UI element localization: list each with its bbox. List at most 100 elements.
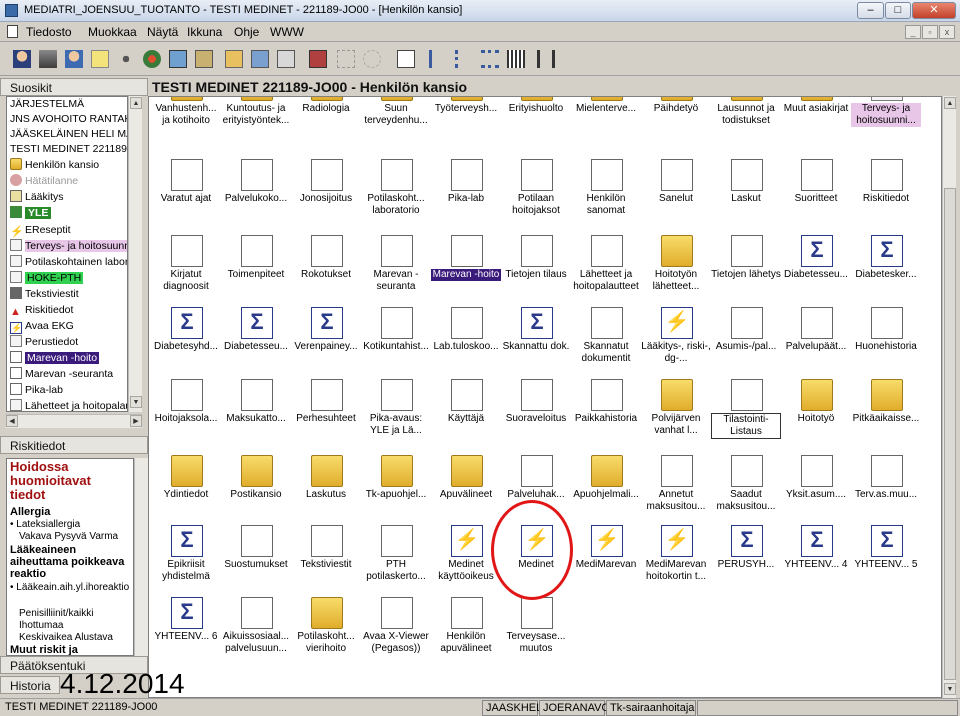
list-item-terveys[interactable]: Terveys- ja hoitosuunnitelma	[10, 239, 127, 254]
shortcut-item[interactable]: Huonehistoria	[851, 307, 921, 379]
list-item-riski[interactable]: ▲ Riskitiedot	[10, 303, 73, 318]
scroll-up-icon[interactable]: ▲	[944, 97, 956, 109]
shortcut-item[interactable]: Perhesuhteet	[291, 379, 361, 451]
shortcut-item[interactable]: Toimenpiteet	[221, 235, 291, 307]
shortcut-item[interactable]: Σ Verenpainey...	[291, 307, 361, 379]
shortcut-item[interactable]: Riskitiedot	[851, 159, 921, 231]
shortcut-item[interactable]: Vanhustenh... ja kotihoito	[151, 97, 221, 141]
riskitiedot-header[interactable]: Riskitiedot	[0, 436, 148, 454]
shortcut-item[interactable]: Lab.tuloskoo...	[431, 307, 501, 379]
shortcut-item[interactable]: Maksukatto...	[221, 379, 291, 451]
shortcut-item[interactable]: Skannatut dokumentit	[571, 307, 641, 379]
list-small-icon[interactable]	[429, 50, 447, 68]
shortcut-item[interactable]: Suun terveydenhu...	[361, 97, 431, 141]
mdi-close-button[interactable]: x	[939, 25, 955, 39]
historia-header[interactable]: Historia	[0, 676, 60, 694]
shortcut-item[interactable]: Hoitotyön lähetteet...	[641, 235, 711, 307]
shortcut-item[interactable]: Muut asiakirjat	[781, 97, 851, 141]
list-details-icon[interactable]	[481, 50, 499, 68]
shortcut-item[interactable]: Pitkäaikaisse...	[851, 379, 921, 451]
network-icon[interactable]	[117, 50, 135, 68]
shortcut-item[interactable]: Apuvälineet	[431, 455, 501, 527]
shortcut-item[interactable]: Σ YHTEENV... 5	[851, 525, 921, 597]
list-item-laakitys[interactable]: Lääkitys	[10, 190, 64, 205]
shortcut-item[interactable]: Ydintiedot	[151, 455, 221, 527]
shortcut-item[interactable]: Terveysase... muutos	[501, 597, 571, 669]
list-item-hoke[interactable]: HOKE-PTH	[10, 271, 84, 286]
minimize-button[interactable]: –	[857, 2, 884, 19]
shortcut-item[interactable]: Σ Diabetesseu...	[221, 307, 291, 379]
shortcut-item[interactable]: Käyttäjä	[431, 379, 501, 451]
list-item-lahetteet[interactable]: Lähetteet ja hoitopalautteet	[10, 399, 127, 411]
list-item-henkilon-kansio[interactable]: Henkilön kansio	[10, 158, 99, 173]
list-item-hatatilanne[interactable]: Hätätilanne	[10, 174, 78, 189]
menu-ohje[interactable]: Ohje	[234, 25, 259, 39]
shortcut-item[interactable]: Lausunnot ja todistukset	[711, 97, 781, 141]
shortcut-item[interactable]: Avaa X-Viewer (Pegasos))	[361, 597, 431, 669]
shortcut-item[interactable]: Radiologia	[291, 97, 361, 141]
shortcut-item[interactable]: Henkilön sanomat	[571, 159, 641, 231]
shortcut-item[interactable]: Palvelupäät...	[781, 307, 851, 379]
shortcut-item[interactable]: ⚡ Lääkitys-, riski-, dg-...	[641, 307, 711, 379]
shortcut-item[interactable]: Laskut	[711, 159, 781, 231]
list-item-marevan-hoito[interactable]: Marevan -hoito	[10, 351, 100, 366]
list-item[interactable]: TESTI MEDINET 221189-JO00	[10, 142, 127, 157]
building-icon[interactable]	[39, 50, 57, 68]
shortcut-item[interactable]: Σ Diabetesyhd...	[151, 307, 221, 379]
shortcut-item[interactable]: Lähetteet ja hoitopalautteet	[571, 235, 641, 307]
menu-ikkuna[interactable]: Ikkuna	[187, 25, 222, 39]
shortcut-item[interactable]: Terveys- ja hoitosuunni...	[851, 97, 921, 141]
shortcut-item[interactable]: Potilaan hoitojaksot	[501, 159, 571, 231]
list-item-yle[interactable]: YLE	[10, 206, 52, 221]
scroll-right-icon[interactable]: ▶	[130, 415, 142, 427]
maximize-button[interactable]: □	[885, 2, 911, 19]
main-scrollbar[interactable]: ▲ ▼	[942, 96, 956, 698]
shortcut-item[interactable]: Polvijärven vanhat l...	[641, 379, 711, 451]
tools-icon[interactable]	[309, 50, 327, 68]
shortcut-item[interactable]: PTH potilaskerto...	[361, 525, 431, 597]
favorites-scrollbar[interactable]: ▲ ▼	[128, 96, 142, 412]
list-item[interactable]: JÄÄSKELÄINEN HELI MARJA	[10, 127, 127, 142]
shortcut-item[interactable]: Marevan -hoito	[431, 235, 501, 307]
list-item-pika-lab[interactable]: Pika-lab	[10, 383, 63, 398]
favorites-hscrollbar[interactable]: ◀ ▶	[6, 414, 142, 428]
shortcut-item[interactable]: Postikansio	[221, 455, 291, 527]
card-icon[interactable]	[91, 50, 109, 68]
shortcut-item[interactable]: Aikuissosiaal... palvelusuun...	[221, 597, 291, 669]
contacts-icon[interactable]	[225, 50, 243, 68]
scroll-down-icon[interactable]: ▼	[944, 683, 956, 695]
shortcut-item[interactable]: Suostumukset	[221, 525, 291, 597]
shortcut-item[interactable]: Σ PERUSYH...	[711, 525, 781, 597]
shortcut-item[interactable]: Sanelut	[641, 159, 711, 231]
shortcut-item[interactable]: Σ YHTEENV... 4	[781, 525, 851, 597]
menu-nayta[interactable]: Näytä	[147, 25, 178, 39]
shortcut-item[interactable]: Hoitojaksola...	[151, 379, 221, 451]
list-tree-icon[interactable]	[455, 50, 473, 68]
shortcut-item[interactable]: Tekstiviestit	[291, 525, 361, 597]
shortcut-item[interactable]: Päihdetyö	[641, 97, 711, 141]
shortcut-item[interactable]: Tk-apuohjel...	[361, 455, 431, 527]
shortcut-item[interactable]: Erityishuolto	[501, 97, 571, 141]
shortcut-item[interactable]: Pika-avaus: YLE ja Lä...	[361, 379, 431, 451]
shortcut-item[interactable]: Potilaskoht... vierihoito	[291, 597, 361, 669]
form-icon[interactable]	[277, 50, 295, 68]
mdi-minimize-button[interactable]: _	[905, 25, 921, 39]
shortcut-item[interactable]: Saadut maksusitou...	[711, 455, 781, 527]
scroll-left-icon[interactable]: ◀	[6, 415, 18, 427]
suosikit-header[interactable]: Suosikit	[0, 78, 148, 96]
shortcut-item[interactable]: Laskutus	[291, 455, 361, 527]
shortcut-item[interactable]: Kotikuntahist...	[361, 307, 431, 379]
shortcut-item[interactable]: Σ Diabetesseu...	[781, 235, 851, 307]
edit-icon[interactable]	[337, 50, 355, 68]
shortcut-item[interactable]: Σ Diabetesker...	[851, 235, 921, 307]
shortcut-item[interactable]: ⚡ MediMarevan	[571, 525, 641, 597]
shortcut-item[interactable]: Henkilön apuvälineet	[431, 597, 501, 669]
shortcut-item[interactable]: Σ Skannattu dok.	[501, 307, 571, 379]
list-item-ekg[interactable]: ⚡ Avaa EKG	[10, 319, 74, 334]
scroll-down-icon[interactable]: ▼	[130, 396, 142, 408]
menu-tiedosto[interactable]: Tiedosto	[26, 25, 72, 39]
menu-www[interactable]: WWW	[270, 25, 304, 39]
shortcut-item[interactable]: Tilastointi-Listaus	[711, 379, 781, 451]
shortcut-item[interactable]: Kirjatut diagnoosit	[151, 235, 221, 307]
scroll-up-icon[interactable]: ▲	[130, 97, 142, 109]
